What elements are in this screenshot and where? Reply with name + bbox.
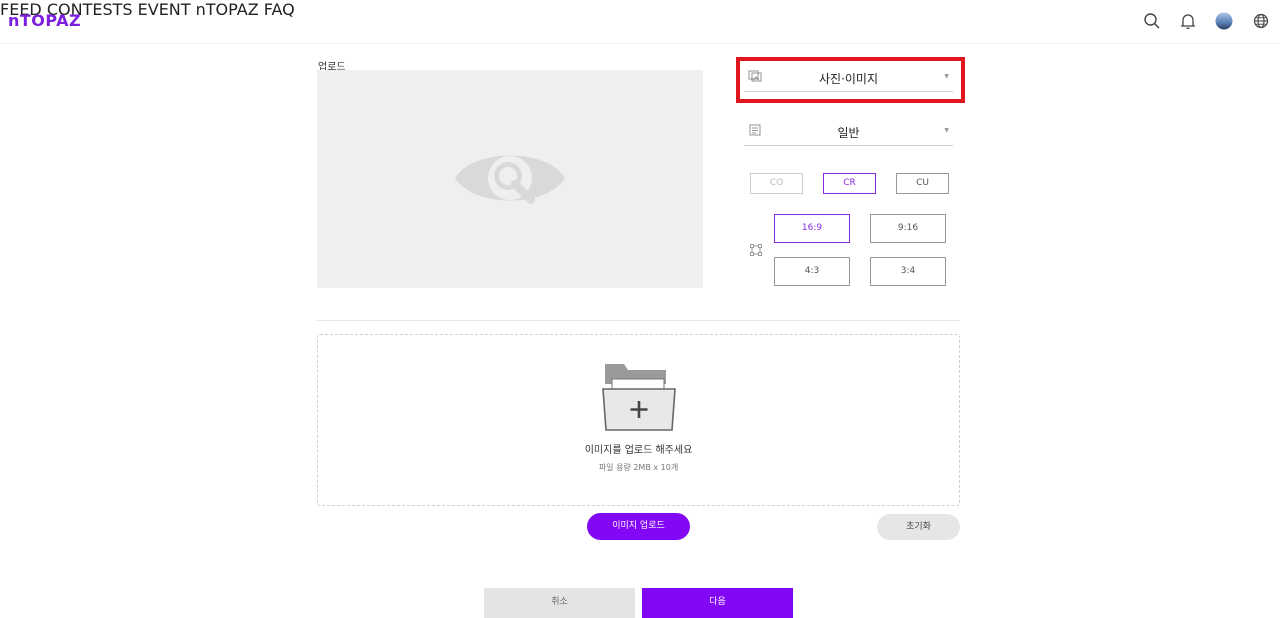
main-nav: FEED CONTESTS EVENT nTOPAZ FAQ (0, 0, 1280, 19)
image-preview (317, 70, 703, 288)
ratio-16-9-button[interactable]: 16:9 (774, 214, 850, 243)
category-select[interactable]: 일반 ▼ (744, 120, 953, 146)
section-divider (317, 320, 960, 321)
category-value: 일반 (837, 126, 860, 140)
globe-icon[interactable] (1251, 11, 1271, 31)
nav-event[interactable]: EVENT (138, 0, 191, 19)
top-header: nTOPAZ FEED CONTESTS EVENT nTOPAZ FAQ (0, 0, 1280, 44)
nav-faq[interactable]: FAQ (264, 0, 295, 19)
preview-placeholder-icon (455, 155, 565, 204)
ratio-9-16-button[interactable]: 9:16 (870, 214, 946, 243)
upload-dropzone[interactable]: 이미지를 업로드 해주세요 파일 용량 2MB x 10개 (317, 334, 960, 506)
crop-ratio-icon (750, 244, 762, 256)
image-upload-button[interactable]: 이미지 업로드 (587, 513, 690, 540)
bell-icon[interactable] (1178, 11, 1198, 31)
logo[interactable]: nTOPAZ (8, 11, 81, 30)
media-type-value: 사진·이미지 (818, 72, 878, 86)
dropzone-title: 이미지를 업로드 해주세요 (584, 445, 693, 456)
dropzone-subtitle: 파일 용량 2MB x 10개 (598, 463, 679, 472)
nav-ntopaz[interactable]: nTOPAZ (196, 0, 259, 19)
search-icon[interactable] (1142, 11, 1162, 31)
license-cr-button[interactable]: CR (823, 173, 876, 194)
license-co-button[interactable]: CO (750, 173, 803, 194)
ratio-4-3-button[interactable]: 4:3 (774, 257, 850, 286)
chevron-down-icon: ▼ (944, 73, 949, 80)
folder-add-icon (602, 364, 676, 431)
avatar[interactable] (1214, 11, 1234, 31)
chevron-down-icon: ▼ (944, 127, 949, 134)
ratio-3-4-button[interactable]: 3:4 (870, 257, 946, 286)
license-cu-button[interactable]: CU (896, 173, 949, 194)
reset-button[interactable]: 초기화 (877, 514, 960, 540)
media-type-select[interactable]: 사진·이미지 ▼ (744, 66, 953, 92)
